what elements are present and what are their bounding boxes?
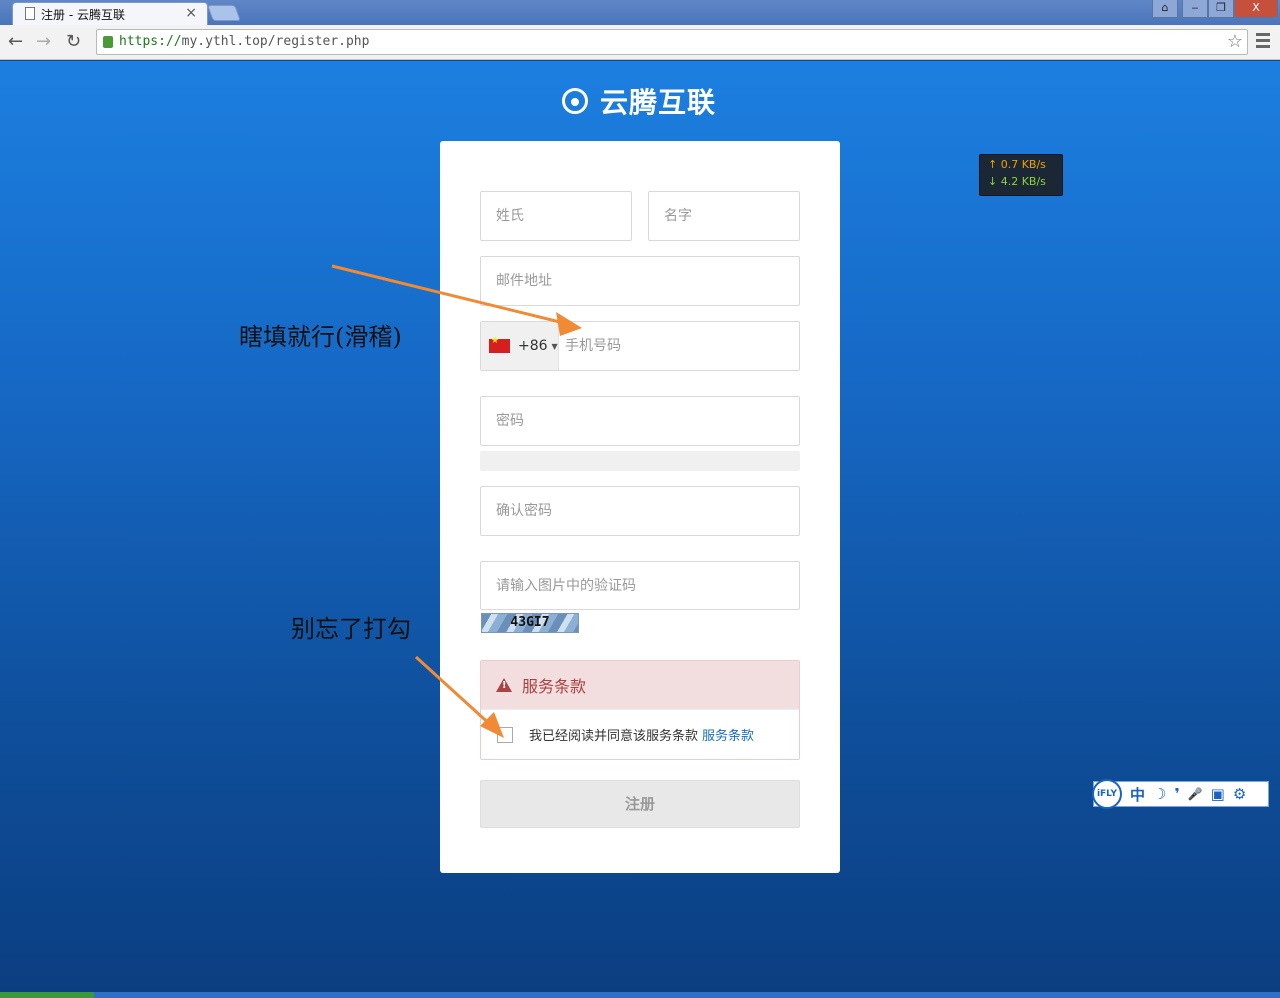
phone-arrow-head-icon — [556, 312, 582, 336]
checkbox-arrow-line — [414, 655, 496, 730]
annotation-arrows — [331, 264, 582, 738]
taskbar — [0, 992, 1280, 998]
checkbox-arrow-head-icon — [480, 712, 504, 738]
phone-arrow-line — [331, 264, 569, 326]
start-button[interactable] — [0, 992, 94, 998]
